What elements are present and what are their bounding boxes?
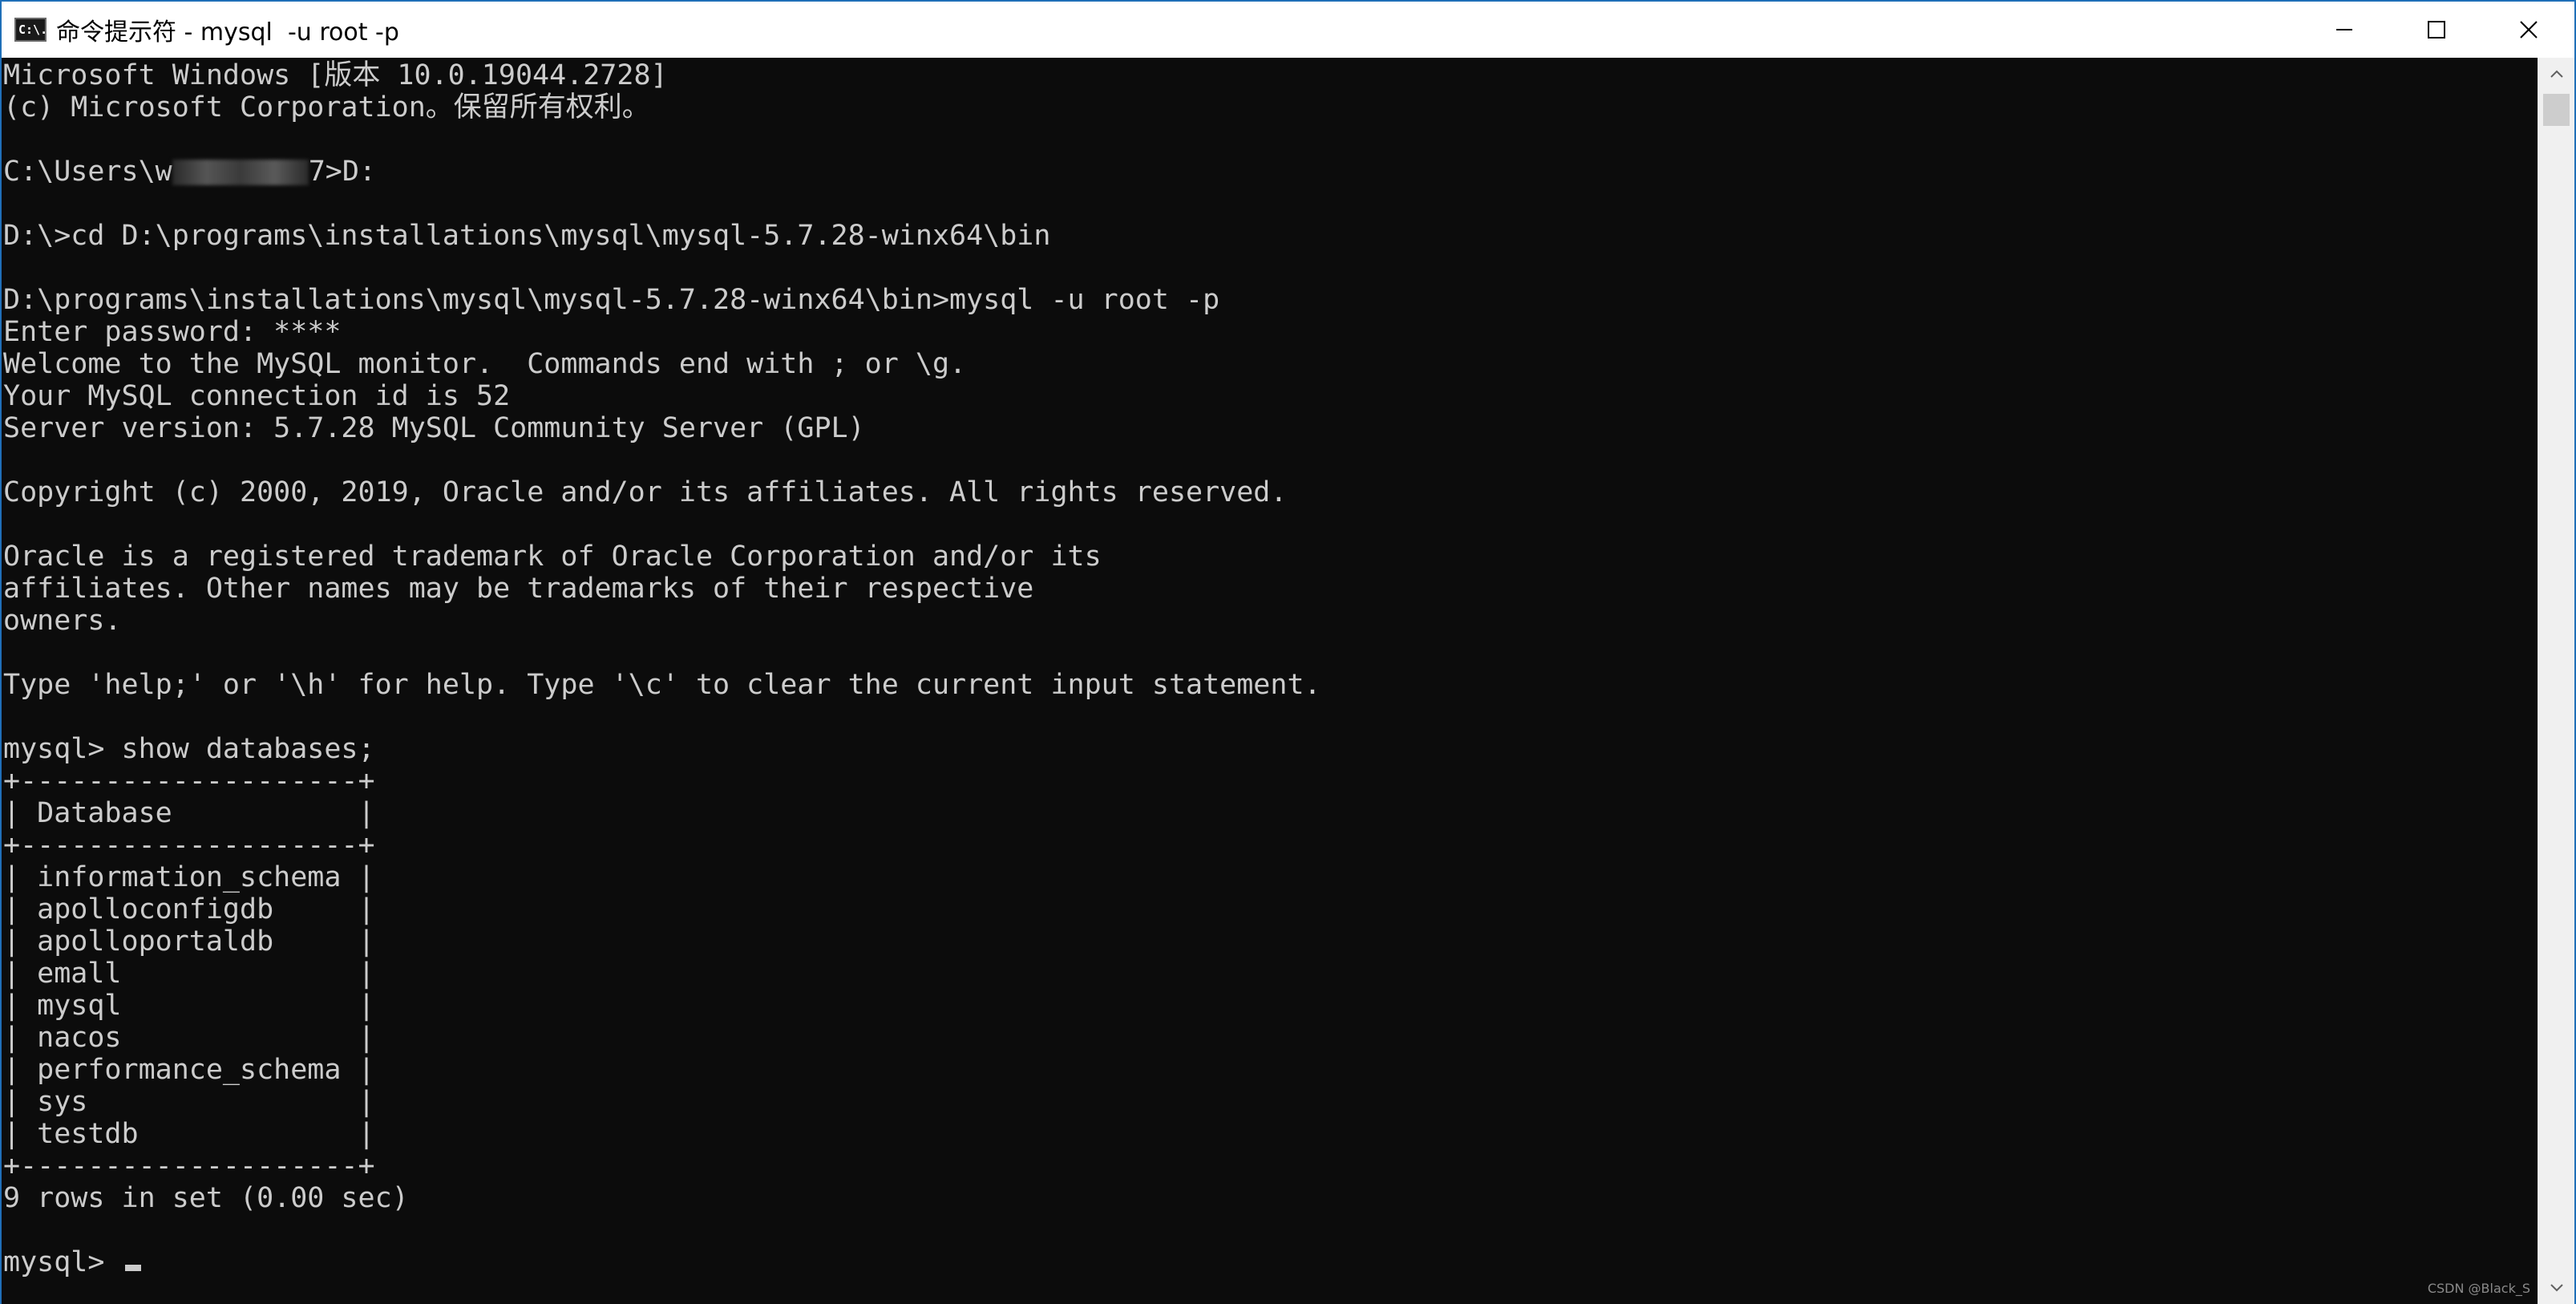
console-line-text: | performance_schema | <box>3 1054 375 1086</box>
console-line: Type 'help;' or '\h' for help. Type '\c'… <box>3 669 1321 701</box>
console-line: | testdb | <box>3 1118 1321 1150</box>
console-line-text: Oracle is a registered trademark of Orac… <box>3 541 1102 573</box>
console-line-text: | sys | <box>3 1086 375 1118</box>
chevron-up-icon <box>2550 70 2563 78</box>
console-line: Your MySQL connection id is 52 <box>3 380 1321 412</box>
scroll-thumb[interactable] <box>2543 94 2570 126</box>
console-line: Server version: 5.7.28 MySQL Community S… <box>3 412 1321 444</box>
cmd-app-icon[interactable]: C:\. <box>14 18 47 42</box>
console-line: | apolloconfigdb | <box>3 893 1321 925</box>
console-line: +--------------------+ <box>3 829 1321 861</box>
console-line-text: Your MySQL connection id is 52 <box>3 380 511 412</box>
console-line: 9 rows in set (0.00 sec) <box>3 1182 1321 1214</box>
console-line-text: C:\Users\w <box>3 156 172 188</box>
console-line: Microsoft Windows [版本 10.0.19044.2728] <box>3 59 1321 91</box>
console-line: | emall | <box>3 958 1321 990</box>
console-line: D:\programs\installations\mysql\mysql-5.… <box>3 284 1321 316</box>
close-icon <box>2519 21 2538 38</box>
close-button[interactable] <box>2482 2 2574 58</box>
scroll-down-button[interactable] <box>2538 1272 2574 1304</box>
console-line: D:\>cd D:\programs\installations\mysql\m… <box>3 220 1321 252</box>
console-line-text: affiliates. Other names may be trademark… <box>3 573 1034 605</box>
console-line: | mysql | <box>3 990 1321 1022</box>
console-line: | performance_schema | <box>3 1054 1321 1086</box>
console-line-text: +--------------------+ <box>3 829 375 861</box>
scroll-up-button[interactable] <box>2538 58 2574 90</box>
maximize-button[interactable] <box>2390 2 2482 58</box>
console-line: | sys | <box>3 1086 1321 1118</box>
console-line-text: mysql> show databases; <box>3 733 375 765</box>
console-output[interactable]: Microsoft Windows [版本 10.0.19044.2728] (c… <box>2 58 2540 1304</box>
console-line: C:\Users\w 7>D: <box>3 156 1321 188</box>
console-line: mysql> show databases; <box>3 733 1321 765</box>
console-line: Welcome to the MySQL monitor. Commands e… <box>3 348 1321 380</box>
console-line-text: Welcome to the MySQL monitor. Commands e… <box>3 348 967 380</box>
console-line: Enter password: **** <box>3 316 1321 348</box>
console-line-text: +--------------------+ <box>3 1150 375 1182</box>
console-line-text: | mysql | <box>3 990 375 1022</box>
console-line: affiliates. Other names may be trademark… <box>3 573 1321 605</box>
console-line: | nacos | <box>3 1022 1321 1054</box>
console-line: owners. <box>3 605 1321 637</box>
console-line-text: Type 'help;' or '\h' for help. Type '\c'… <box>3 669 1321 701</box>
console-line-text: (c) Microsoft Corporation。保留所有权利。 <box>3 91 650 124</box>
console-line-text: Copyright (c) 2000, 2019, Oracle and/or … <box>3 476 1288 508</box>
console-line: (c) Microsoft Corporation。保留所有权利。 <box>3 91 1321 124</box>
console-line-text: 7>D: <box>308 156 377 188</box>
console-line: Copyright (c) 2000, 2019, Oracle and/or … <box>3 476 1321 508</box>
window-controls <box>2298 2 2574 58</box>
title-bar[interactable]: C:\. 命令提示符 - mysql -u root -p <box>2 2 2574 58</box>
watermark: CSDN @Black_S <box>2427 1281 2530 1296</box>
console-line: Oracle is a registered trademark of Orac… <box>3 541 1321 573</box>
vertical-scrollbar[interactable] <box>2538 58 2574 1304</box>
console-line-text: | information_schema | <box>3 861 375 893</box>
console-line: | information_schema | <box>3 861 1321 893</box>
maximize-icon <box>2427 21 2445 38</box>
console-line: +--------------------+ <box>3 1150 1321 1182</box>
console-line-text: +--------------------+ <box>3 765 375 797</box>
minimize-icon <box>2335 29 2352 30</box>
console-line: | apolloportaldb | <box>3 925 1321 958</box>
console-line: +--------------------+ <box>3 765 1321 797</box>
console-line-text: Enter password: **** <box>3 316 342 348</box>
console-line-text: D:\>cd D:\programs\installations\mysql\m… <box>3 220 1051 252</box>
console-line-text: owners. <box>3 605 122 637</box>
console-line-text: Microsoft Windows [版本 10.0.19044.2728] <box>3 59 668 91</box>
console-line-text: | apolloconfigdb | <box>3 893 375 925</box>
console-line-text: Server version: 5.7.28 MySQL Community S… <box>3 412 865 444</box>
console-line-text: D:\programs\installations\mysql\mysql-5.… <box>3 284 1220 316</box>
text-cursor <box>124 1265 141 1271</box>
console-text: Microsoft Windows [版本 10.0.19044.2728] (c… <box>3 59 1321 1278</box>
console-line: mysql> <box>3 1246 1321 1278</box>
chevron-down-icon <box>2550 1284 2563 1292</box>
console-line: | Database | <box>3 797 1321 829</box>
console-line-text: | testdb | <box>3 1118 375 1150</box>
console-line-text: 9 rows in set (0.00 sec) <box>3 1182 409 1214</box>
console-line-text: | Database | <box>3 797 375 829</box>
minimize-button[interactable] <box>2298 2 2390 58</box>
console-line-text: | apolloportaldb | <box>3 925 375 958</box>
console-line-text: | emall | <box>3 958 375 990</box>
cmd-window: C:\. 命令提示符 - mysql -u root -p Microsoft … <box>0 0 2576 1304</box>
redacted-username <box>172 160 309 185</box>
window-title: 命令提示符 - mysql -u root -p <box>56 18 399 47</box>
console-line-text: | nacos | <box>3 1022 375 1054</box>
console-line-text: mysql> <box>3 1246 122 1278</box>
